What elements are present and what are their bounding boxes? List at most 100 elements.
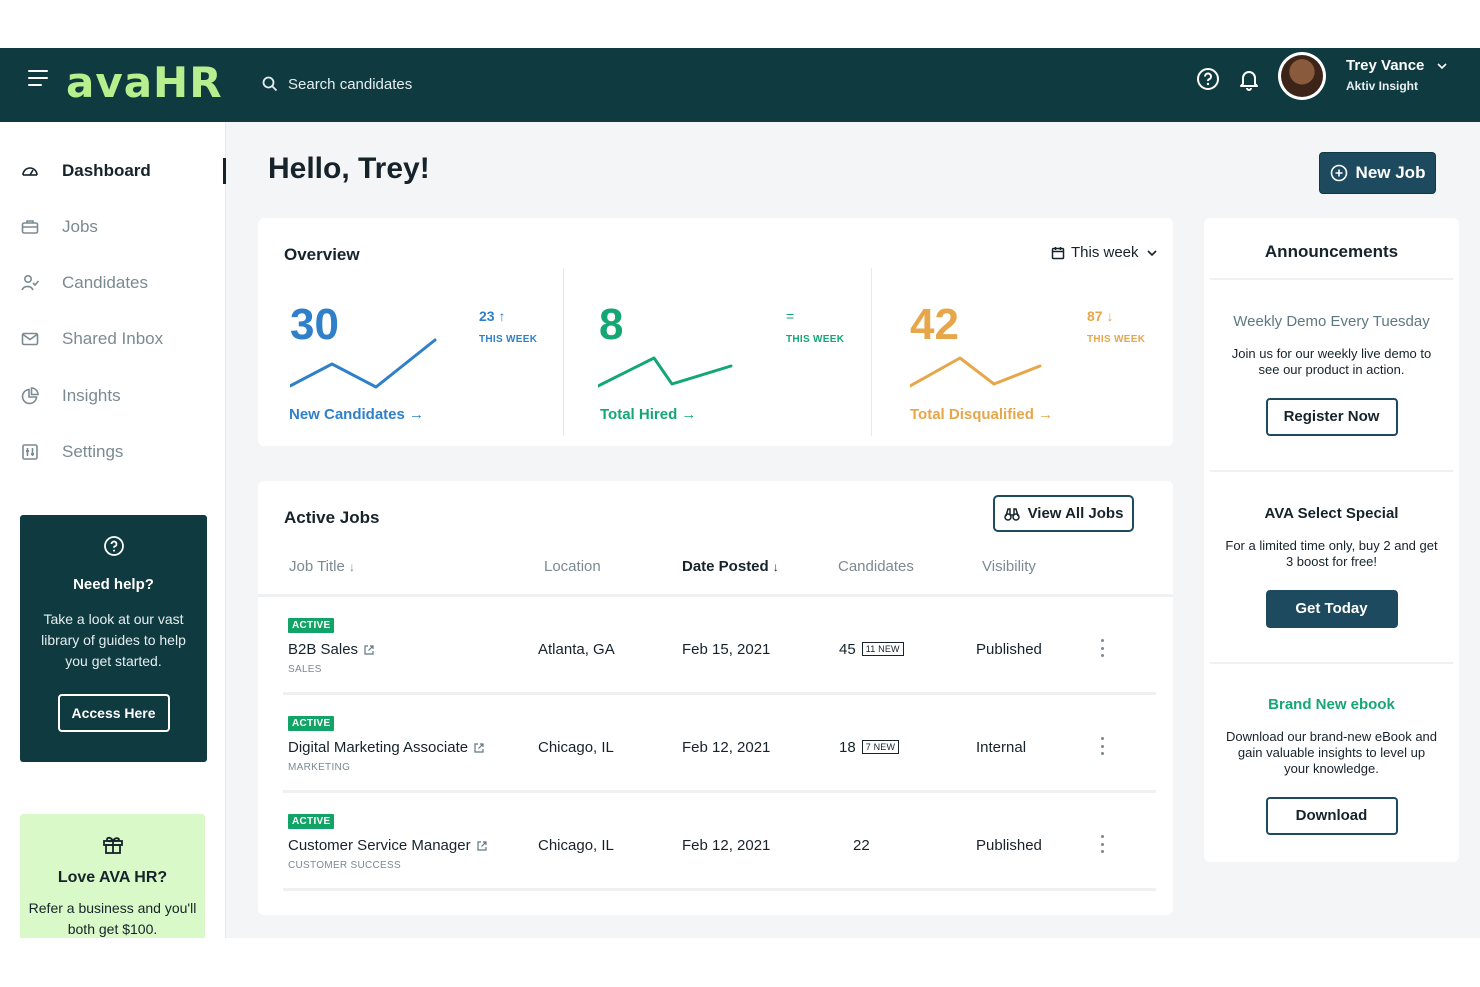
briefcase-icon bbox=[21, 220, 39, 234]
job-title-link[interactable]: Customer Service Manager bbox=[288, 837, 487, 854]
external-link-icon bbox=[474, 742, 484, 753]
job-candidates: 18 7 NEW bbox=[839, 739, 900, 756]
announcements-card: Announcements Weekly Demo Every Tuesday … bbox=[1204, 218, 1459, 862]
sidebar-item-jobs[interactable]: Jobs bbox=[20, 212, 98, 242]
logo[interactable]: avaHR bbox=[66, 58, 223, 107]
get-today-button[interactable]: Get Today bbox=[1265, 590, 1398, 628]
announcement-ebook: Brand New ebook Download our brand-new e… bbox=[1204, 696, 1459, 835]
new-job-button[interactable]: New Job bbox=[1319, 152, 1436, 194]
candidate-count: 18 bbox=[839, 739, 856, 756]
sidebar-item-shared-inbox[interactable]: Shared Inbox bbox=[20, 324, 163, 354]
metric-total-disqualified: 42 87 ↓ THIS WEEK Total Disqualified → bbox=[871, 268, 1171, 436]
metric-week-label: THIS WEEK bbox=[479, 334, 538, 345]
metric-delta-value: 87 bbox=[1087, 308, 1103, 324]
sidebar-item-label: Settings bbox=[62, 442, 124, 461]
announcement-text: For a limited time only, buy 2 and get 3… bbox=[1225, 538, 1438, 569]
bell-icon[interactable] bbox=[1236, 66, 1262, 92]
search-icon bbox=[262, 76, 278, 92]
job-department: CUSTOMER SUCCESS bbox=[288, 860, 401, 871]
access-here-button[interactable]: Access Here bbox=[57, 694, 170, 732]
column-header-visibility[interactable]: Visibility bbox=[982, 558, 1036, 575]
job-title-text: B2B Sales bbox=[288, 641, 359, 658]
sidebar-item-label: Shared Inbox bbox=[62, 329, 164, 348]
chevron-down-icon[interactable] bbox=[1436, 60, 1448, 72]
pie-chart-icon bbox=[21, 387, 39, 405]
download-button[interactable]: Download bbox=[1265, 797, 1398, 835]
job-title-link[interactable]: Digital Marketing Associate bbox=[288, 739, 484, 756]
help-card: Need help? Take a look at our vast libra… bbox=[20, 515, 207, 762]
sliders-icon bbox=[22, 444, 38, 460]
user-menu[interactable]: Trey Vance Aktiv Insight bbox=[1346, 57, 1424, 93]
job-date-posted: Feb 15, 2021 bbox=[682, 641, 771, 658]
external-link-icon bbox=[364, 644, 374, 655]
plus-circle-icon bbox=[1330, 164, 1347, 182]
user-check-icon bbox=[21, 274, 40, 291]
view-all-jobs-button[interactable]: View All Jobs bbox=[993, 495, 1134, 532]
refer-title: Love AVA HR? bbox=[57, 869, 168, 886]
avatar[interactable] bbox=[1278, 52, 1326, 100]
more-options-icon[interactable] bbox=[1099, 737, 1105, 755]
sidebar-item-label: Candidates bbox=[62, 273, 149, 292]
status-badge: ACTIVE bbox=[288, 814, 335, 829]
sidebar-item-settings[interactable]: Settings bbox=[20, 437, 123, 467]
announcement-ava-select: AVA Select Special For a limited time on… bbox=[1204, 505, 1459, 628]
arrow-right-icon: → bbox=[1038, 406, 1054, 423]
column-header-label: Date Posted bbox=[682, 558, 769, 575]
column-header-candidates[interactable]: Candidates bbox=[838, 558, 914, 575]
metric-delta: 87 ↓ bbox=[1087, 308, 1113, 324]
metric-link-label: Total Hired bbox=[600, 406, 678, 423]
column-header-location[interactable]: Location bbox=[544, 558, 601, 575]
sidebar-item-candidates[interactable]: Candidates bbox=[20, 268, 148, 298]
job-visibility: Published bbox=[976, 641, 1042, 658]
date-filter-dropdown[interactable]: This week bbox=[1051, 244, 1159, 261]
active-indicator bbox=[223, 158, 226, 184]
column-header-date-posted[interactable]: Date Posted ↓ bbox=[682, 558, 779, 575]
job-visibility: Internal bbox=[976, 739, 1027, 756]
overview-title: Overview bbox=[284, 245, 360, 264]
more-options-icon[interactable] bbox=[1099, 835, 1105, 853]
total-hired-link[interactable]: Total Hired → bbox=[600, 406, 696, 423]
more-options-icon[interactable] bbox=[1099, 639, 1105, 657]
new-candidates-link[interactable]: New Candidates → bbox=[289, 406, 424, 423]
arrow-down-icon: ↓ bbox=[349, 560, 356, 574]
metric-new-candidates: 30 23 ↑ THIS WEEK New Candidates → bbox=[258, 268, 558, 436]
candidate-count: 22 bbox=[853, 837, 870, 854]
hamburger-menu-icon[interactable] bbox=[28, 70, 48, 90]
app-frame: avaHR Trey Vance Aktiv Insight Dashboard… bbox=[0, 48, 1480, 938]
help-title: Need help? bbox=[73, 576, 154, 593]
help-circle-icon[interactable] bbox=[1195, 66, 1221, 92]
column-header-job-title[interactable]: Job Title ↓ bbox=[289, 558, 355, 575]
register-now-button[interactable]: Register Now bbox=[1265, 398, 1398, 436]
search-bar[interactable] bbox=[262, 66, 588, 102]
gift-icon bbox=[102, 836, 123, 854]
metric-week-label: THIS WEEK bbox=[1087, 334, 1146, 345]
job-candidates: 22 bbox=[853, 837, 870, 854]
sidebar-item-dashboard[interactable]: Dashboard bbox=[20, 156, 151, 186]
job-department: SALES bbox=[288, 664, 322, 675]
job-location: Chicago, IL bbox=[538, 837, 614, 854]
divider bbox=[1210, 278, 1453, 280]
search-input[interactable] bbox=[288, 75, 588, 93]
job-location: Atlanta, GA bbox=[538, 641, 615, 658]
announcement-title: AVA Select Special bbox=[1264, 505, 1399, 522]
job-title-link[interactable]: B2B Sales bbox=[288, 641, 374, 658]
view-all-jobs-label: View All Jobs bbox=[1027, 505, 1124, 522]
sidebar-item-label: Jobs bbox=[62, 217, 98, 236]
sidebar-item-label: Dashboard bbox=[62, 161, 151, 180]
arrow-right-icon: → bbox=[681, 406, 697, 423]
help-circle-icon bbox=[103, 536, 124, 556]
metric-delta: 23 ↑ bbox=[479, 308, 505, 324]
refer-text: Refer a business and you'll both get $10… bbox=[28, 900, 197, 937]
sparkline-total-disqualified bbox=[910, 356, 1042, 388]
metric-week-label: THIS WEEK bbox=[786, 334, 845, 345]
status-badge: ACTIVE bbox=[288, 716, 335, 731]
table-row: ACTIVE Customer Service Manager CUSTOMER… bbox=[283, 793, 1156, 891]
total-disqualified-link[interactable]: Total Disqualified → bbox=[910, 406, 1053, 423]
metric-total-hired: 8 = THIS WEEK Total Hired → bbox=[563, 268, 863, 436]
active-jobs-title: Active Jobs bbox=[284, 508, 380, 527]
announcement-text: Join us for our weekly live demo to see … bbox=[1231, 346, 1432, 377]
refer-card: Love AVA HR? Refer a business and you'll… bbox=[20, 814, 205, 938]
arrow-down-icon: ↓ bbox=[1106, 308, 1114, 324]
sidebar-item-insights[interactable]: Insights bbox=[20, 381, 121, 411]
external-link-icon bbox=[476, 840, 487, 851]
